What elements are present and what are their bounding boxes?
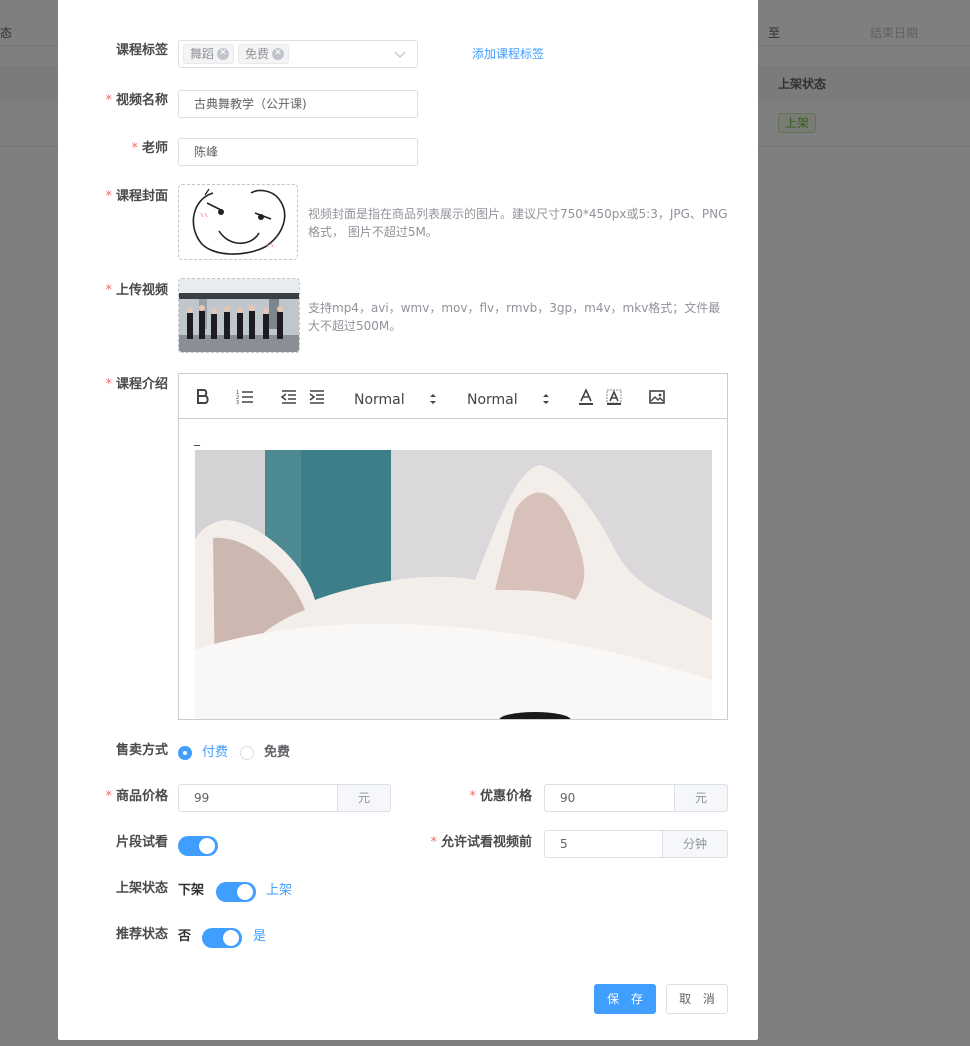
discount-price-label: * 优惠价格 bbox=[469, 789, 532, 804]
editor-content[interactable]: _ bbox=[179, 420, 727, 719]
trial-minutes-unit: 分钟 bbox=[662, 830, 728, 858]
close-icon[interactable]: ✕ bbox=[272, 47, 285, 60]
radio-unchecked-icon bbox=[240, 746, 254, 760]
discount-price-input[interactable]: 90 bbox=[544, 784, 674, 812]
recommend-off-text: 否 bbox=[178, 929, 192, 944]
trial-label: 片段试看 bbox=[115, 835, 168, 850]
upload-video-tip: 支持mp4，avi，wmv，mov，flv，rmvb，3gp，m4v，mkv格式… bbox=[308, 301, 721, 333]
editor-image bbox=[195, 450, 712, 719]
tag-dance: 舞蹈 ✕ bbox=[183, 44, 235, 64]
chevron-down-icon bbox=[394, 51, 406, 58]
bold-icon[interactable] bbox=[193, 387, 213, 407]
trial-minutes-input[interactable]: 5 bbox=[544, 830, 662, 858]
recommend-status-switch[interactable] bbox=[202, 928, 242, 948]
tag-free: 免费 ✕ bbox=[238, 44, 290, 64]
radio-paid[interactable]: 付费 bbox=[178, 743, 228, 763]
select-arrows-icon bbox=[543, 394, 549, 404]
rich-text-editor: 1 2 3 Normal Normal _ bbox=[178, 373, 728, 720]
shelf-status-label: 上架状态 bbox=[115, 881, 168, 896]
ordered-list-icon[interactable]: 1 2 3 bbox=[235, 387, 255, 407]
trial-minutes-label: * 允许试看视频前 bbox=[430, 835, 532, 850]
shelf-on-text: 上架 bbox=[266, 883, 293, 898]
cover-tip: 视频封面是指在商品列表展示的图片。建议尺寸750*450px或5:3，JPG、P… bbox=[308, 207, 728, 239]
price-input-group: 99 元 bbox=[178, 784, 391, 812]
trial-switch[interactable] bbox=[178, 836, 218, 856]
course-intro-label: * 课程介绍 bbox=[105, 377, 168, 392]
outdent-icon[interactable] bbox=[279, 387, 299, 407]
course-tags-label: 课程标签 bbox=[115, 43, 168, 58]
background-color-icon[interactable] bbox=[604, 387, 624, 407]
font-color-icon[interactable] bbox=[576, 387, 596, 407]
cancel-button[interactable]: 取 消 bbox=[666, 984, 728, 1014]
indent-icon[interactable] bbox=[307, 387, 327, 407]
recommend-status-label: 推荐状态 bbox=[115, 927, 168, 942]
header-select[interactable]: Normal bbox=[467, 390, 557, 410]
upload-video-label: * 上传视频 bbox=[105, 283, 168, 298]
shelf-off-text: 下架 bbox=[178, 883, 205, 898]
discount-price-input-group: 90 元 bbox=[544, 784, 728, 812]
recommend-on-text: 是 bbox=[253, 929, 267, 944]
add-course-tag-link[interactable]: 添加课程标签 bbox=[472, 44, 544, 64]
teacher-input[interactable]: 陈峰 bbox=[178, 138, 418, 166]
svg-text:3: 3 bbox=[236, 400, 239, 406]
editor-text: _ bbox=[194, 432, 200, 446]
price-label: * 商品价格 bbox=[105, 789, 168, 804]
price-input[interactable]: 99 bbox=[178, 784, 337, 812]
close-icon[interactable]: ✕ bbox=[217, 47, 230, 60]
course-tags-select[interactable]: 舞蹈 ✕ 免费 ✕ bbox=[178, 40, 418, 68]
video-upload[interactable] bbox=[178, 278, 300, 353]
video-name-label: * 视频名称 bbox=[105, 93, 168, 108]
course-edit-dialog: 课程标签 舞蹈 ✕ 免费 ✕ 添加课程标签 * 视频名称 古典舞教学（公开课) * 老师 … bbox=[58, 0, 758, 1040]
cover-label: * 课程封面 bbox=[105, 189, 168, 204]
editor-toolbar: 1 2 3 Normal Normal bbox=[179, 374, 727, 419]
teacher-label: * 老师 bbox=[131, 141, 168, 156]
trial-minutes-input-group: 5 分钟 bbox=[544, 830, 728, 858]
cover-upload[interactable] bbox=[178, 184, 298, 260]
sale-method-label: 售卖方式 bbox=[115, 743, 168, 758]
video-name-input[interactable]: 古典舞教学（公开课) bbox=[178, 90, 418, 118]
size-select[interactable]: Normal bbox=[354, 390, 444, 410]
discount-price-unit: 元 bbox=[674, 784, 728, 812]
cover-image bbox=[192, 188, 286, 255]
image-icon[interactable] bbox=[647, 387, 667, 407]
price-unit: 元 bbox=[337, 784, 391, 812]
radio-checked-icon bbox=[178, 746, 192, 760]
shelf-status-switch[interactable] bbox=[216, 882, 256, 902]
video-thumbnail bbox=[179, 279, 299, 352]
select-arrows-icon bbox=[430, 394, 436, 404]
radio-free[interactable]: 免费 bbox=[240, 743, 290, 763]
save-button[interactable]: 保 存 bbox=[594, 984, 656, 1014]
